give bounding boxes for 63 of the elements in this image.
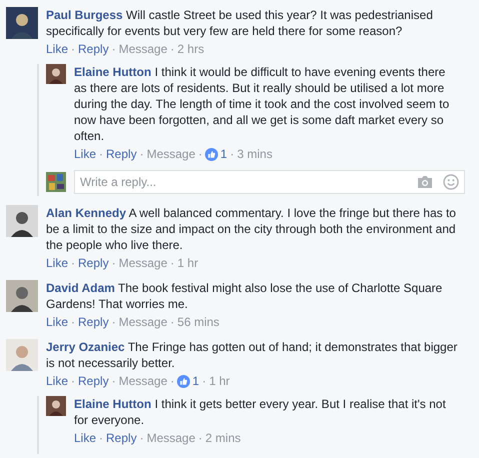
timestamp: 2 hrs [177, 41, 204, 57]
action-link[interactable]: Reply [106, 430, 137, 446]
comment-text: Alan Kennedy A well balanced commentary. I love the fringe but there has to be a limit to the size and impact on the city through both the environment and the people who live there. [46, 205, 457, 253]
timestamp: 1 hr [177, 255, 198, 271]
comment-text: Jerry Ozaniec The Fringe has gotten out of hand; it demonstrates that bigger is not necessarily better. [46, 339, 458, 371]
action-link[interactable]: Like [46, 41, 68, 57]
comment-text: David Adam The book festival might also lose the use of Charlotte Square Gardens! That worries me. [46, 280, 444, 312]
action-link[interactable]: Reply [78, 41, 109, 57]
separator-dot: · [71, 41, 76, 57]
separator-dot: · [230, 146, 234, 162]
action-link[interactable]: Like [74, 430, 96, 446]
message-link[interactable]: Message [146, 146, 196, 162]
separator-dot: · [71, 314, 76, 330]
action-link[interactable]: Reply [78, 255, 109, 271]
separator-dot: · [198, 430, 202, 446]
message-link[interactable]: Message [118, 255, 168, 271]
separator-dot: · [198, 146, 202, 162]
like-count: 1 [220, 146, 228, 162]
like-icon [177, 374, 190, 388]
author-link[interactable]: Jerry Ozaniec [46, 340, 125, 354]
timestamp: 2 mins [205, 430, 241, 446]
author-link[interactable]: Paul Burgess [46, 8, 123, 22]
separator-dot: · [112, 255, 116, 271]
smiley-icon[interactable] [443, 174, 459, 190]
reply-field[interactable]: Write a reply... [74, 170, 465, 194]
action-link[interactable]: Like [46, 314, 68, 330]
separator-dot: · [170, 255, 174, 271]
author-link[interactable]: Elaine Hutton [74, 397, 152, 411]
separator-dot: · [99, 146, 104, 162]
separator-dot: · [140, 430, 144, 446]
separator-dot: · [140, 146, 144, 162]
author-link[interactable]: Alan Kennedy [46, 206, 126, 220]
timestamp: 3 mins [237, 146, 272, 162]
separator-dot: · [170, 314, 174, 330]
author-link[interactable]: Elaine Hutton [74, 65, 152, 79]
comment-text: Elaine Hutton I think it would be difficult to have evening events there as there are lots of residents. But it really should be utilised a lot more during the day. The length of time it took and the cost involved seem to now have been forgotten, and all we get is some daft market every so often. [74, 64, 450, 144]
action-link[interactable]: Like [46, 255, 68, 271]
separator-dot: · [170, 41, 174, 57]
separator-dot: · [202, 373, 206, 389]
author-link[interactable]: David Adam [46, 281, 115, 295]
like-count: 1 [192, 373, 200, 389]
action-link[interactable]: Like [46, 373, 68, 389]
like-icon [205, 148, 218, 160]
separator-dot: · [71, 255, 76, 271]
separator-dot: · [112, 314, 116, 330]
message-link[interactable]: Message [118, 373, 168, 389]
camera-icon[interactable] [417, 175, 433, 189]
comment-text: Paul Burgess Will castle Street be used this year? It was pedestrianised specifically for events but very few are held there for some reason? [46, 7, 434, 39]
separator-dot: · [112, 41, 116, 57]
comment-text: Elaine Hutton I think it gets better every year. But I realise that it's not for everyone. [74, 396, 447, 428]
separator-dot: · [71, 373, 76, 389]
separator-dot: · [170, 373, 174, 389]
separator-dot: · [112, 373, 116, 389]
timestamp: 56 mins [177, 314, 220, 330]
message-link[interactable]: Message [146, 430, 196, 446]
timestamp: 1 hr [209, 373, 230, 389]
message-link[interactable]: Message [118, 41, 168, 57]
action-link[interactable]: Reply [78, 314, 109, 330]
action-link[interactable]: Reply [78, 373, 109, 389]
action-link[interactable]: Like [74, 146, 96, 162]
separator-dot: · [99, 430, 104, 446]
message-link[interactable]: Message [118, 314, 168, 330]
action-link[interactable]: Reply [106, 146, 137, 162]
